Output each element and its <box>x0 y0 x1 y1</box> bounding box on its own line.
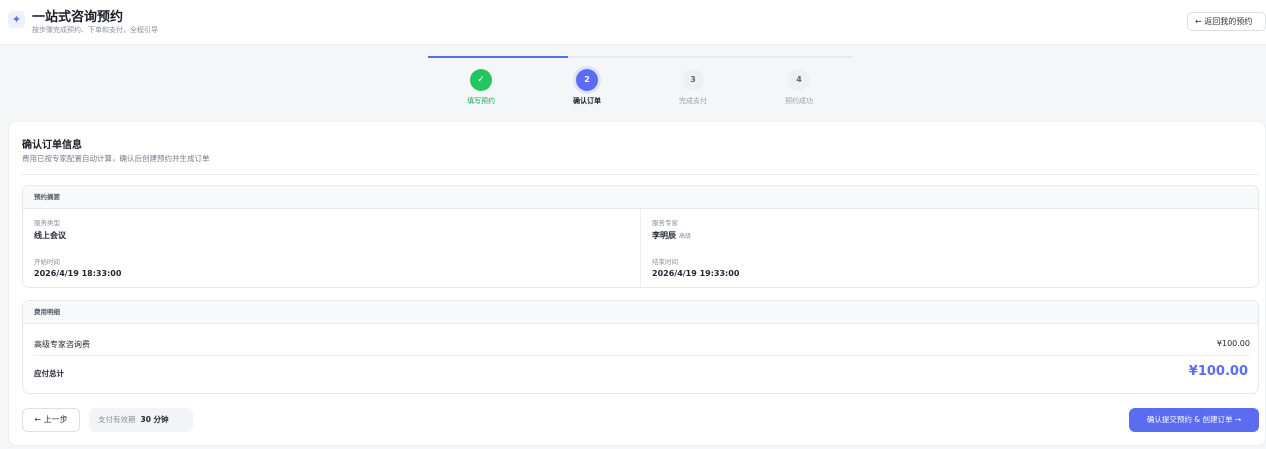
fee-item-amount: ¥100.00 <box>1216 339 1250 348</box>
sparkle-icon: ✦ <box>8 11 25 28</box>
payment-timer: 支付有效期 30 分钟 <box>89 408 193 432</box>
step-label: 确认订单 <box>573 97 601 105</box>
back-to-my-bookings-button[interactable]: ← 返回我的预约 <box>1187 12 1266 31</box>
end-time-field: 结束时间 2026/4/19 19:33:00 <box>652 256 739 278</box>
card-title: 确认订单信息 <box>22 140 82 151</box>
total-label: 应付总计 <box>34 369 64 378</box>
fee-line-item: 高级专家咨询费 ¥100.00 <box>34 339 1250 350</box>
previous-step-button[interactable]: ← 上一步 <box>22 408 80 432</box>
field-value: 线上会议 <box>34 231 66 240</box>
order-confirm-card: 确认订单信息 费用已按专家配置自动计算，确认后创建预约并生成订单 预约摘要 服务… <box>8 121 1266 446</box>
card-description: 费用已按专家配置自动计算，确认后创建预约并生成订单 <box>22 154 210 163</box>
stepper-progress <box>428 56 569 58</box>
page-subtitle: 按步骤完成预约、下单和支付，全程引导 <box>32 26 158 34</box>
expert-level-badge: 高级 <box>679 233 692 240</box>
timer-label: 支付有效期 <box>98 415 136 424</box>
step-number: 4 <box>788 69 810 91</box>
field-label: 开始时间 <box>34 258 60 266</box>
step-label: 完成支付 <box>679 97 707 105</box>
step-label: 预约成功 <box>785 97 813 105</box>
fee-details-panel: 费用明细 高级专家咨询费 ¥100.00 应付总计 ¥100.00 <box>22 300 1259 394</box>
divider <box>640 209 641 288</box>
fee-item-label: 高级专家咨询费 <box>34 340 90 349</box>
submit-booking-button[interactable]: 确认提交预约 & 创建订单 → <box>1129 408 1259 432</box>
panel-heading: 费用明细 <box>23 301 1258 324</box>
total-amount: ¥100.00 <box>1188 364 1248 379</box>
field-label: 结束时间 <box>652 258 678 266</box>
service-type-field: 服务类型 线上会议 <box>34 217 66 241</box>
step-payment: 3 完成支付 <box>653 69 733 106</box>
app-header: ✦ 一站式咨询预约 按步骤完成预约、下单和支付，全程引导 ← 返回我的预约 <box>0 0 1266 45</box>
field-label: 服务专家 <box>652 219 678 227</box>
panel-heading: 预约摘要 <box>23 186 1258 209</box>
step-number: 3 <box>682 69 704 91</box>
field-value: 李明辰 高级 <box>652 230 691 241</box>
timer-value: 30 分钟 <box>140 415 169 424</box>
page-title: 一站式咨询预约 <box>32 10 124 25</box>
booking-summary-panel: 预约摘要 服务类型 线上会议 服务专家 李明辰 高级 开始时间 2026/4/19… <box>22 185 1259 288</box>
expert-name: 李明辰 <box>652 231 676 240</box>
check-icon: ✓ <box>470 69 492 91</box>
expert-field: 服务专家 李明辰 高级 <box>652 217 691 241</box>
step-fill-booking: ✓ 填写预约 <box>441 69 521 106</box>
divider <box>22 174 1258 175</box>
start-time-field: 开始时间 2026/4/19 18:33:00 <box>34 256 121 278</box>
step-success: 4 预约成功 <box>759 69 839 106</box>
field-value: 2026/4/19 18:33:00 <box>34 269 122 278</box>
stepper-track <box>428 56 853 58</box>
field-value: 2026/4/19 19:33:00 <box>652 269 740 278</box>
divider <box>34 355 1250 356</box>
field-label: 服务类型 <box>34 219 60 227</box>
step-number: 2 <box>576 69 598 91</box>
step-label: 填写预约 <box>467 97 495 105</box>
step-confirm-order: 2 确认订单 <box>547 69 627 106</box>
